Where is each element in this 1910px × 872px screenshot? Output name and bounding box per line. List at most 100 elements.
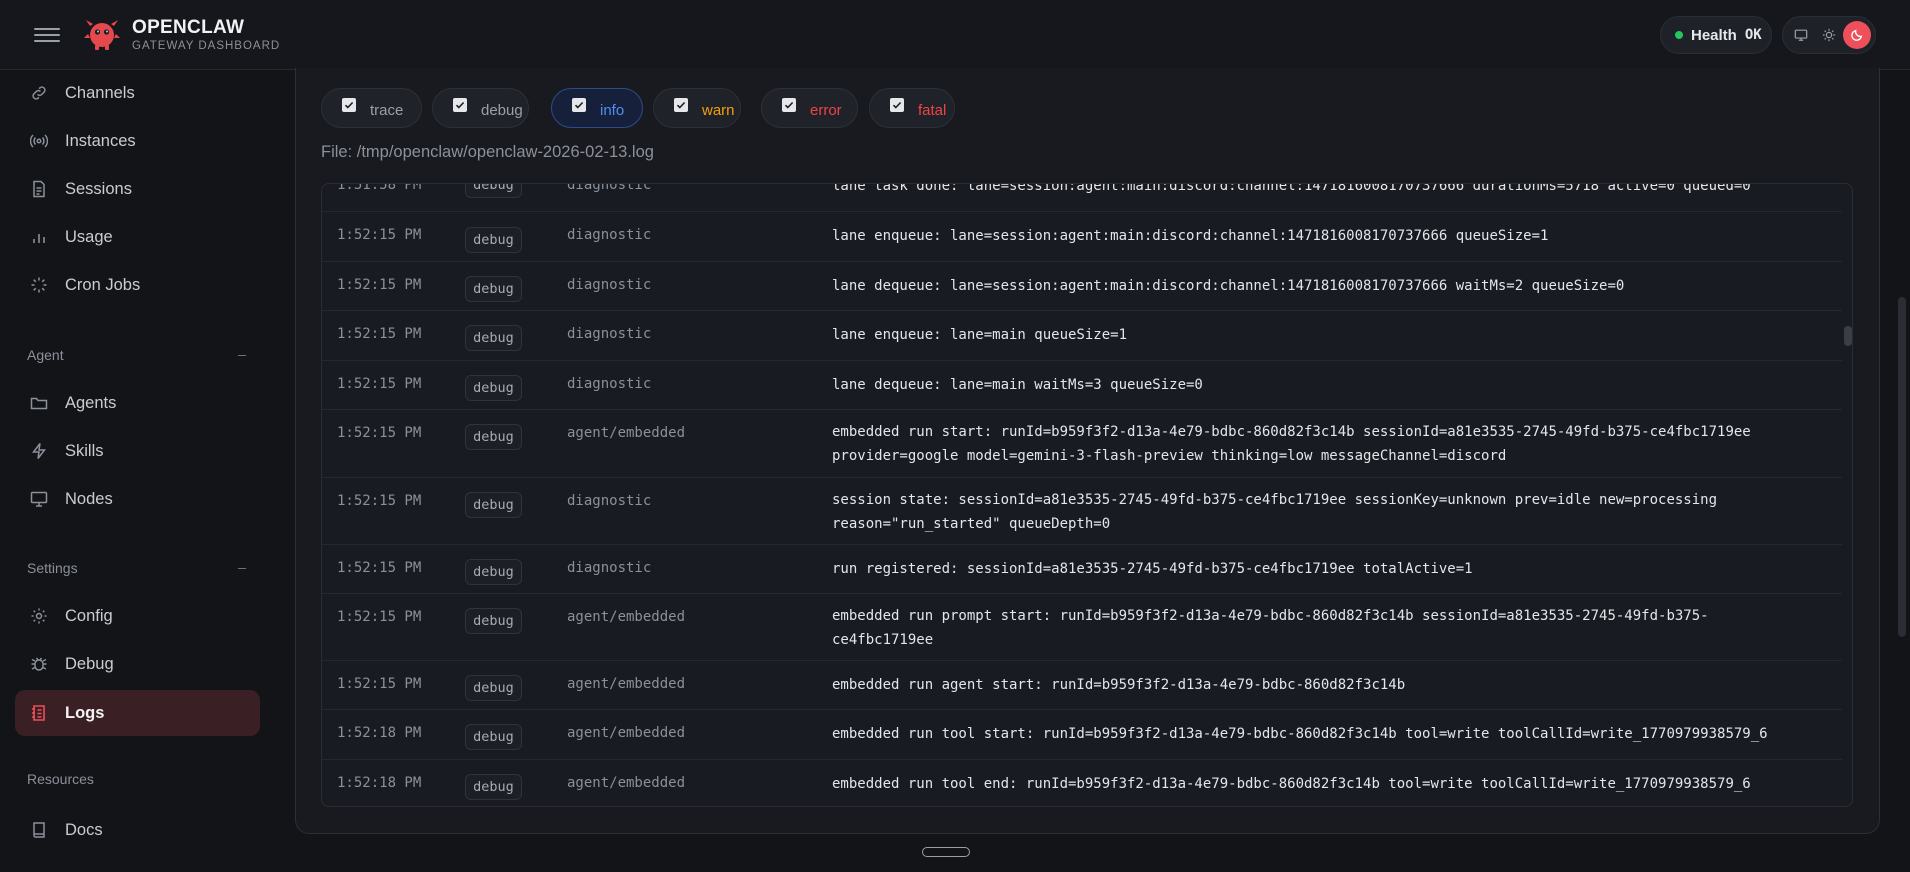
sidebar-item-label: Usage [65, 227, 113, 246]
theme-light-button[interactable] [1815, 21, 1843, 49]
log-time: 1:52:15 PM [337, 326, 422, 342]
sun-icon [1822, 28, 1836, 42]
log-time: 1:52:15 PM [337, 676, 422, 692]
log-list[interactable]: 1:51:58 PM debug diagnostic lane task do… [321, 183, 1853, 807]
folder-icon [29, 393, 49, 413]
sidebar-item-skills[interactable]: Skills [15, 428, 260, 474]
log-time: 1:52:15 PM [337, 425, 422, 441]
sidebar-item-logs[interactable]: Logs [15, 690, 260, 736]
log-message: run registered: sessionId=a81e3535-2745-… [832, 561, 1473, 577]
filter-info-chip[interactable]: info [551, 88, 643, 128]
log-row: 1:52:15 PM debug diagnostic lane dequeue… [322, 361, 1842, 410]
log-level-badge: debug [465, 424, 522, 450]
log-subsystem: agent/embedded [567, 676, 686, 692]
home-indicator [922, 847, 970, 857]
sidebar-item-config[interactable]: Config [15, 593, 260, 639]
sidebar-item-label: Docs [65, 820, 103, 839]
filter-label: fatal [918, 101, 947, 119]
log-level-badge: debug [465, 184, 522, 198]
log-time: 1:52:15 PM [337, 560, 422, 576]
checkbox-checked-icon[interactable] [674, 98, 688, 112]
log-message: embedded run start: runId=b959f3f2-d13a-… [832, 424, 1751, 464]
checkbox-checked-icon[interactable] [890, 98, 904, 112]
log-message: embedded run tool start: runId=b959f3f2-… [832, 726, 1768, 742]
log-message: embedded run tool end: runId=b959f3f2-d1… [832, 776, 1751, 792]
book-icon [29, 820, 49, 840]
filter-label: warn [702, 101, 735, 119]
filter-debug-chip[interactable]: debug [432, 88, 529, 128]
checkbox-checked-icon[interactable] [782, 98, 796, 112]
monitor-icon [29, 489, 49, 509]
log-subsystem: diagnostic [567, 183, 652, 193]
log-level-badge: debug [465, 325, 522, 351]
health-status-badge: Health OK [1660, 16, 1772, 54]
app-subtitle: GATEWAY DASHBOARD [132, 40, 281, 52]
checkbox-checked-icon[interactable] [453, 98, 467, 112]
theme-dark-button[interactable] [1843, 21, 1871, 49]
log-file-path: File: /tmp/openclaw/openclaw-2026-02-13.… [321, 143, 654, 161]
sidebar-item-label: Config [65, 606, 113, 625]
sidebar-item-cron-jobs[interactable]: Cron Jobs [15, 262, 260, 308]
log-subsystem: diagnostic [567, 493, 652, 509]
log-row: 1:52:15 PM debug diagnostic lane enqueue… [322, 212, 1842, 262]
log-subsystem: agent/embedded [567, 725, 686, 741]
bar-chart-icon [29, 227, 49, 247]
log-time: 1:52:18 PM [337, 725, 422, 741]
page-scrollbar[interactable] [1898, 297, 1906, 637]
sidebar: Channels Instances Sessions Usage Cron J… [0, 70, 272, 872]
filter-fatal-chip[interactable]: fatal [869, 88, 955, 128]
sidebar-item-docs[interactable]: Docs [15, 807, 260, 853]
log-message: embedded run agent start: runId=b959f3f2… [832, 677, 1406, 693]
sidebar-item-agents[interactable]: Agents [15, 380, 260, 426]
filter-label: info [600, 101, 625, 119]
filter-trace-chip[interactable]: trace [321, 88, 422, 128]
sidebar-item-usage[interactable]: Usage [15, 214, 260, 260]
theme-system-button[interactable] [1787, 21, 1815, 49]
log-time: 1:52:15 PM [337, 376, 422, 392]
log-subsystem: agent/embedded [567, 775, 686, 791]
filter-error-chip[interactable]: error [761, 88, 858, 128]
log-row: 1:52:15 PM debug agent/embedded embedded… [322, 410, 1842, 478]
collapse-settings-icon[interactable] [238, 568, 246, 569]
log-time: 1:52:15 PM [337, 609, 422, 625]
menu-icon[interactable] [34, 24, 60, 46]
link-icon [29, 83, 49, 103]
sidebar-item-label: Skills [65, 441, 104, 460]
log-subsystem: diagnostic [567, 277, 652, 293]
log-row: 1:52:15 PM debug agent/embedded embedded… [322, 661, 1842, 710]
log-row: 1:52:18 PM debug agent/embedded embedded… [322, 760, 1842, 806]
collapse-agent-icon[interactable] [238, 355, 246, 356]
log-subsystem: agent/embedded [567, 609, 686, 625]
sidebar-item-debug[interactable]: Debug [15, 641, 260, 687]
filter-label: error [810, 101, 842, 119]
log-scrollbar[interactable] [1844, 326, 1852, 346]
log-row: 1:52:15 PM debug diagnostic lane enqueue… [322, 311, 1842, 361]
top-bar: OPENCLAW GATEWAY DASHBOARD Health OK [0, 0, 1910, 70]
monitor-icon [1794, 29, 1808, 41]
log-subsystem: agent/embedded [567, 425, 686, 441]
section-label-settings: Settings [27, 560, 78, 576]
sidebar-item-instances[interactable]: Instances [15, 118, 260, 164]
filter-warn-chip[interactable]: warn [653, 88, 741, 128]
log-message: lane dequeue: lane=main waitMs=3 queueSi… [832, 377, 1203, 393]
log-time: 1:52:15 PM [337, 493, 422, 509]
app-name: OPENCLAW [132, 17, 245, 38]
log-level-badge: debug [465, 724, 522, 750]
sidebar-item-label: Instances [65, 131, 136, 150]
checkbox-checked-icon[interactable] [342, 98, 356, 112]
log-time: 1:51:58 PM [337, 183, 422, 193]
sidebar-item-label: Nodes [65, 489, 113, 508]
log-level-badge: debug [465, 559, 522, 585]
sidebar-item-sessions[interactable]: Sessions [15, 166, 260, 212]
brand: OPENCLAW GATEWAY DASHBOARD [132, 17, 281, 53]
log-level-badge: debug [465, 492, 522, 518]
sidebar-item-nodes[interactable]: Nodes [15, 476, 260, 522]
log-level-badge: debug [465, 375, 522, 401]
health-value: OK [1744, 27, 1762, 43]
log-subsystem: diagnostic [567, 227, 652, 243]
theme-switcher [1782, 16, 1876, 54]
log-level-badge: debug [465, 675, 522, 701]
log-message: lane enqueue: lane=session:agent:main:di… [832, 228, 1549, 244]
sidebar-item-channels[interactable]: Channels [15, 70, 260, 116]
checkbox-checked-icon[interactable] [572, 98, 586, 112]
